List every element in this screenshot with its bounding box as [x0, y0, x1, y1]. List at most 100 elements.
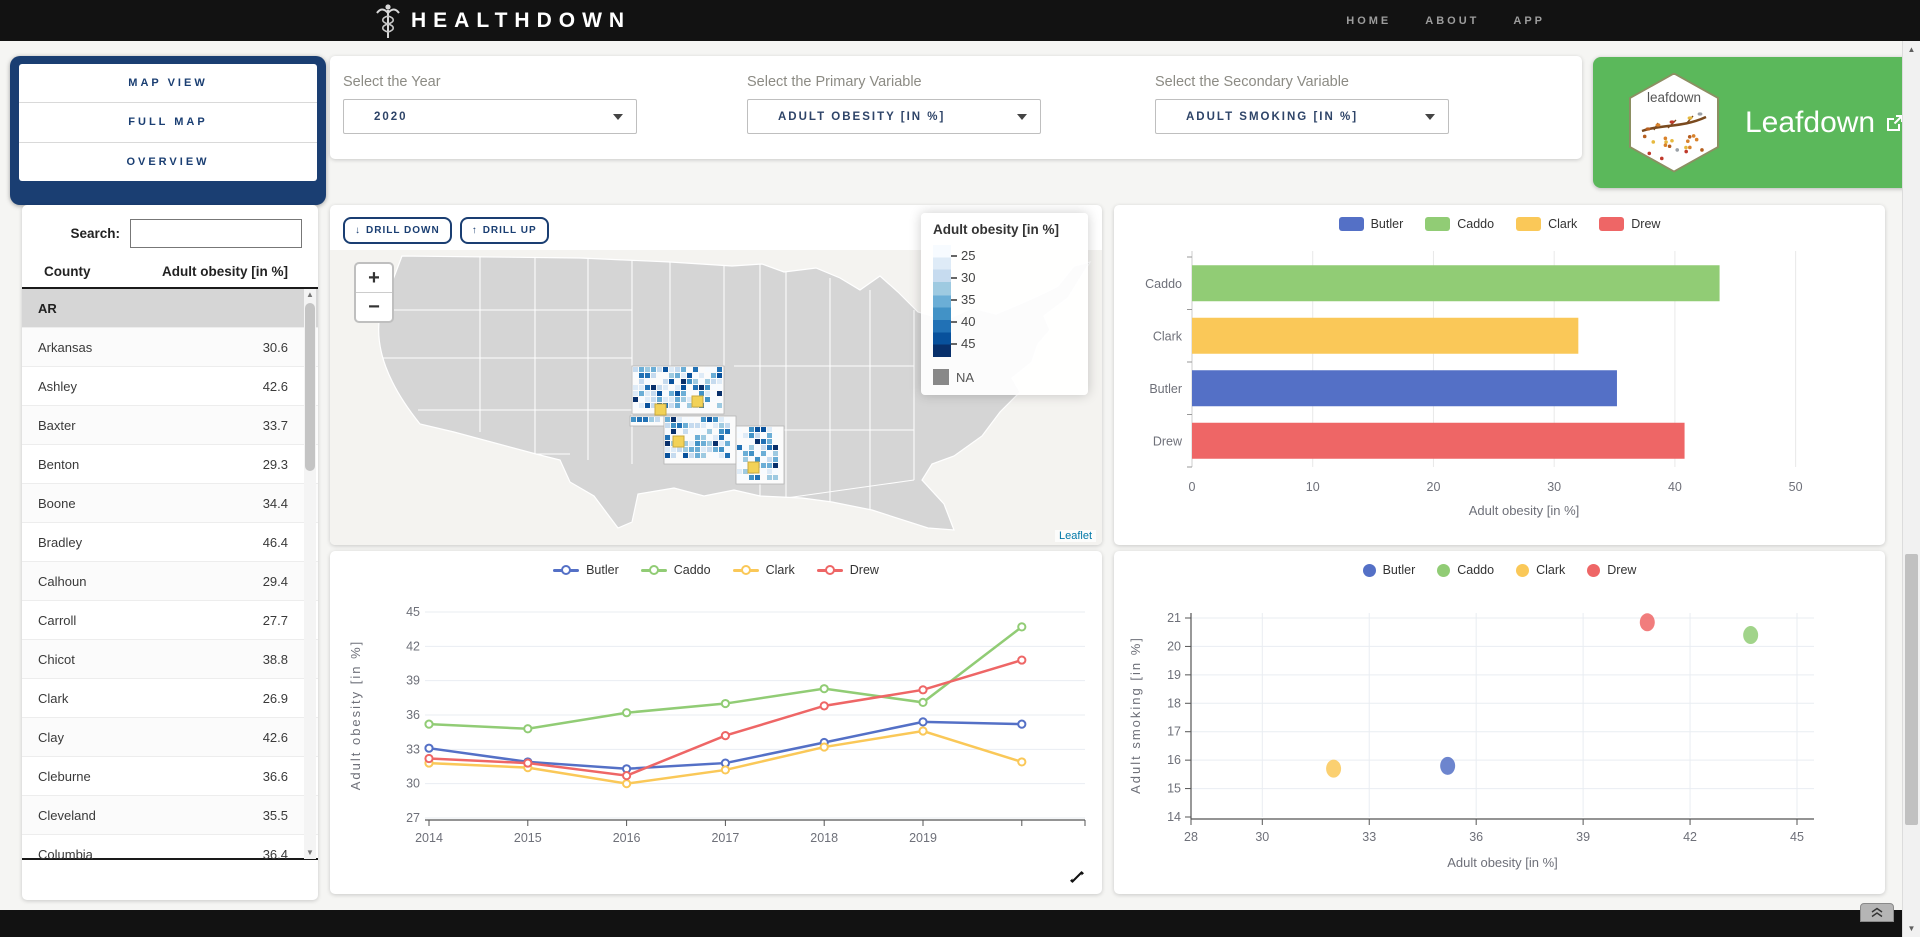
- legend-item-caddo[interactable]: Caddo: [641, 563, 711, 577]
- legend-item-clark[interactable]: Clark: [1516, 217, 1577, 231]
- svg-text:2016: 2016: [613, 831, 641, 845]
- scroll-up-icon[interactable]: ▲: [1903, 41, 1920, 58]
- table-row[interactable]: Baxter33.7: [22, 406, 318, 445]
- legend-item-caddo[interactable]: Caddo: [1425, 217, 1494, 231]
- legend-item-clark[interactable]: Clark: [1516, 563, 1565, 577]
- resize-cursor-icon: [1068, 868, 1086, 886]
- scatter-point-drew[interactable]: [1640, 613, 1655, 631]
- sidebar-item-overview[interactable]: OVERVIEW: [19, 143, 317, 181]
- nav-link-home[interactable]: HOME: [1346, 15, 1391, 27]
- double-chevron-up-icon: [1870, 907, 1884, 918]
- view-nav: MAP VIEW FULL MAP OVERVIEW: [10, 56, 326, 205]
- zoom-out-button[interactable]: −: [356, 293, 392, 321]
- primary-variable-select[interactable]: ADULT OBESITY [IN %]: [747, 99, 1041, 134]
- table-row[interactable]: Arkansas30.6: [22, 328, 318, 367]
- legend-item-drew[interactable]: Drew: [1587, 563, 1636, 577]
- table-scroll-thumb[interactable]: [305, 303, 315, 471]
- primary-variable-label: Select the Primary Variable: [747, 74, 1041, 90]
- table-row[interactable]: Bradley46.4: [22, 523, 318, 562]
- sidebar-item-map-view[interactable]: MAP VIEW: [19, 64, 317, 103]
- scatter-point-caddo[interactable]: [1743, 626, 1758, 644]
- bar-caddo[interactable]: [1192, 265, 1720, 301]
- bar-chart[interactable]: 01020304050CaddoClarkButlerDrewAdult obe…: [1114, 241, 1885, 546]
- legend-item-butler[interactable]: Butler: [1363, 563, 1416, 577]
- legend-swatch: [1363, 564, 1376, 577]
- table-scrollbar[interactable]: ▲ ▼: [304, 289, 316, 859]
- bar-butler[interactable]: [1192, 370, 1617, 406]
- selected-county[interactable]: [748, 462, 759, 473]
- line-chart[interactable]: 27303336394245201420152016201720182019Ad…: [330, 589, 1102, 894]
- secondary-variable-select[interactable]: ADULT SMOKING [IN %]: [1155, 99, 1449, 134]
- bar-clark[interactable]: [1192, 318, 1578, 354]
- scatter-point-butler[interactable]: [1440, 757, 1455, 775]
- svg-text:20: 20: [1427, 480, 1441, 494]
- nav-link-app[interactable]: APP: [1513, 15, 1545, 27]
- table-row[interactable]: Cleveland35.5: [22, 796, 318, 835]
- legend-item-drew[interactable]: Drew: [817, 563, 879, 577]
- scroll-down-icon[interactable]: ▼: [1903, 920, 1920, 937]
- brand-title: HEALTHDOWN: [411, 9, 631, 33]
- legend-item-butler[interactable]: Butler: [1339, 217, 1404, 231]
- page-scrollbar[interactable]: ▲ ▼: [1902, 41, 1920, 937]
- svg-text:Butler: Butler: [1149, 382, 1182, 396]
- drill-down-button[interactable]: ↓ DRILL DOWN: [343, 217, 452, 244]
- county-value: 46.4: [263, 535, 288, 550]
- selected-county[interactable]: [692, 396, 703, 407]
- table-row[interactable]: Columbia36.4: [22, 835, 318, 859]
- column-value[interactable]: Adult obesity [in %]: [162, 264, 288, 279]
- legend-na-row: NA: [933, 369, 1078, 385]
- county-value: 42.6: [263, 730, 288, 745]
- svg-text:33: 33: [1362, 830, 1376, 844]
- zoom-in-button[interactable]: +: [356, 264, 392, 293]
- controls-card: Select the Year 2020 Select the Primary …: [330, 56, 1582, 159]
- scroll-to-top-button[interactable]: [1860, 903, 1894, 922]
- legend-label: Clark: [1536, 563, 1565, 577]
- legend-item-drew[interactable]: Drew: [1599, 217, 1660, 231]
- svg-text:16: 16: [1167, 753, 1181, 767]
- table-row[interactable]: AR: [22, 289, 318, 328]
- table-row[interactable]: Clark26.9: [22, 679, 318, 718]
- bar-drew[interactable]: [1192, 423, 1685, 459]
- scatter-chart-legend: Butler Caddo Clark Drew: [1114, 563, 1885, 577]
- search-label: Search:: [70, 226, 120, 241]
- nav-link-about[interactable]: ABOUT: [1425, 15, 1479, 27]
- table-row[interactable]: Boone34.4: [22, 484, 318, 523]
- line-series-caddo[interactable]: [429, 627, 1022, 729]
- selected-county[interactable]: [673, 436, 684, 447]
- selected-county[interactable]: [655, 404, 666, 415]
- column-county[interactable]: County: [44, 264, 91, 279]
- line-series-drew[interactable]: [429, 660, 1022, 776]
- svg-text:45: 45: [406, 605, 420, 619]
- table-row[interactable]: Chicot38.8: [22, 640, 318, 679]
- page-scroll-thumb[interactable]: [1905, 554, 1918, 825]
- table-row[interactable]: Clay42.6: [22, 718, 318, 757]
- leafdown-link-card[interactable]: leafdown Leafdown: [1593, 57, 1920, 188]
- year-select[interactable]: 2020: [343, 99, 637, 134]
- legend-swatch: [1587, 564, 1600, 577]
- bar-chart-legend: Butler Caddo Clark Drew: [1114, 217, 1885, 231]
- drill-up-button[interactable]: ↑ DRILL UP: [460, 217, 549, 244]
- county-value: 30.6: [263, 340, 288, 355]
- legend-item-caddo[interactable]: Caddo: [1437, 563, 1494, 577]
- svg-text:2015: 2015: [514, 831, 542, 845]
- scatter-point-clark[interactable]: [1326, 760, 1341, 778]
- svg-text:42: 42: [406, 639, 420, 653]
- svg-text:Adult obesity [in %]: Adult obesity [in %]: [348, 640, 363, 791]
- scroll-down-icon[interactable]: ▼: [304, 847, 316, 859]
- brand: HEALTHDOWN: [375, 3, 631, 39]
- legend-item-clark[interactable]: Clark: [733, 563, 795, 577]
- scroll-up-icon[interactable]: ▲: [304, 289, 316, 301]
- table-row[interactable]: Cleburne36.6: [22, 757, 318, 796]
- table-row[interactable]: Carroll27.7: [22, 601, 318, 640]
- legend-label: Drew: [1631, 217, 1660, 231]
- table-row[interactable]: Benton29.3: [22, 445, 318, 484]
- leaflet-attribution[interactable]: Leaflet: [1055, 530, 1096, 542]
- table-row[interactable]: Calhoun29.4: [22, 562, 318, 601]
- scatter-chart[interactable]: 283033363942451415161718192021Adult obes…: [1114, 589, 1885, 894]
- sidebar-item-full-map[interactable]: FULL MAP: [19, 103, 317, 142]
- year-label: Select the Year: [343, 74, 637, 90]
- search-input[interactable]: [130, 219, 302, 248]
- county-table-card: Search: County Adult obesity [in %] ARAr…: [22, 205, 318, 900]
- legend-item-butler[interactable]: Butler: [553, 563, 619, 577]
- table-row[interactable]: Ashley42.6: [22, 367, 318, 406]
